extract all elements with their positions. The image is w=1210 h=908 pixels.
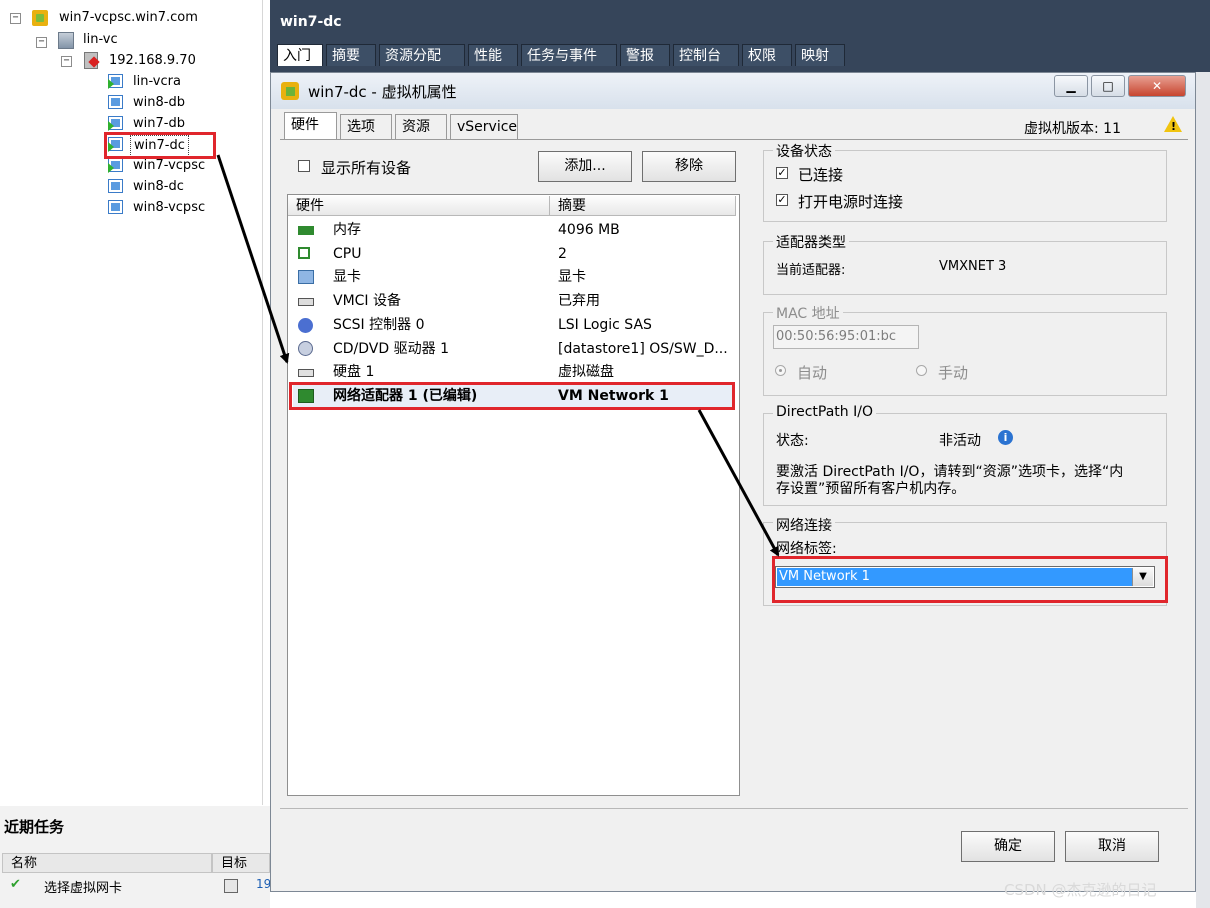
arrow-to-network-label xyxy=(697,409,780,557)
arrow-to-network-adapter xyxy=(216,154,290,364)
watermark: CSDN @杰克逊的日记 xyxy=(1004,881,1157,899)
annotation-arrows xyxy=(216,154,780,557)
